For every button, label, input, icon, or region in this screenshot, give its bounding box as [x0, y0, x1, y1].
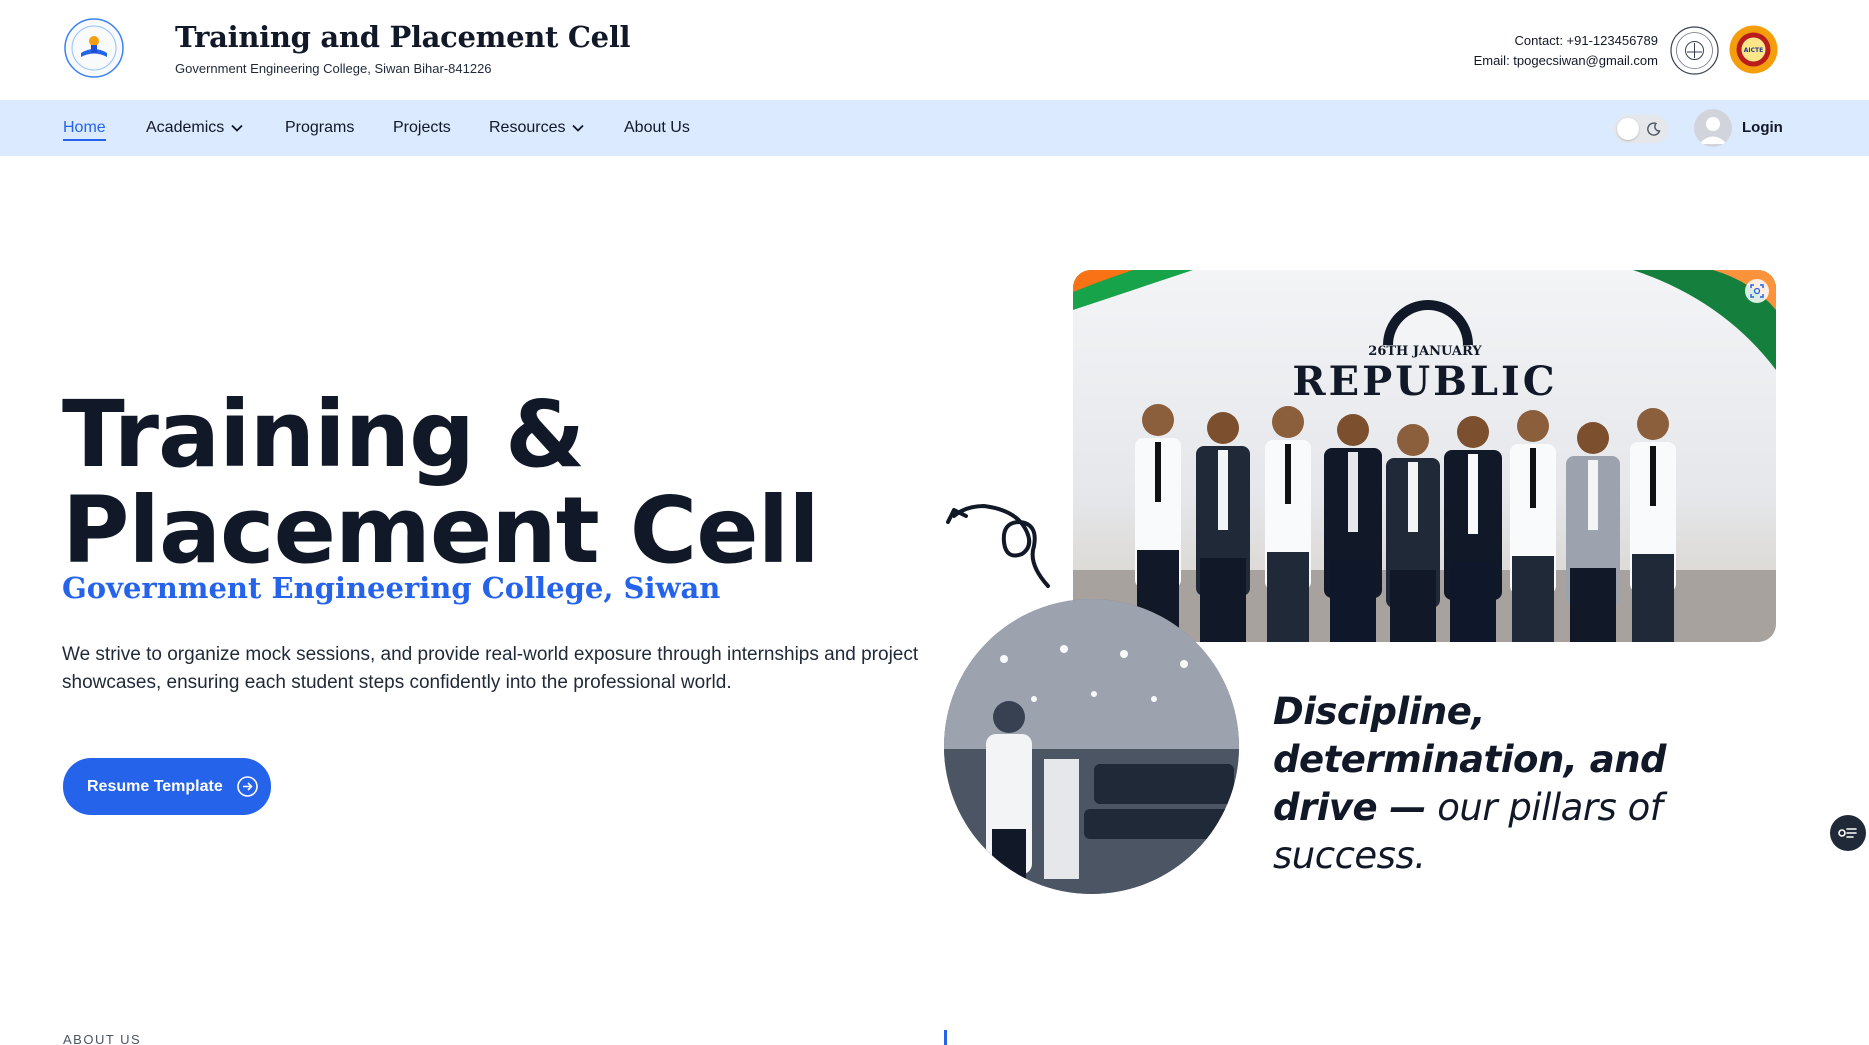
floating-menu-button[interactable]	[1830, 815, 1866, 851]
motto-text: Discipline, determination, and drive — o…	[1273, 688, 1773, 880]
hero-college-name: Government Engineering College, Siwan	[62, 571, 721, 605]
resume-template-label: Resume Template	[87, 777, 223, 795]
site-header: Training and Placement Cell Government E…	[0, 0, 1869, 100]
contact-email[interactable]: Email: tpogecsiwan@gmail.com	[1474, 51, 1658, 71]
nav-academics[interactable]: Academics	[146, 119, 244, 137]
nav-programs-label: Programs	[285, 119, 355, 136]
contact-phone: Contact: +91-123456789	[1514, 33, 1658, 48]
login-link[interactable]: Login	[1742, 119, 1783, 136]
site-subtitle: Government Engineering College, Siwan Bi…	[175, 61, 492, 76]
nav-projects[interactable]: Projects	[393, 119, 451, 137]
hero-title-line-1: Training &	[62, 381, 585, 488]
government-emblem-icon	[1670, 26, 1719, 75]
about-accent-bar	[944, 1030, 947, 1045]
nav-projects-label: Projects	[393, 119, 451, 136]
hero-title: Training & Placement Cell	[62, 387, 822, 579]
nav-programs[interactable]: Programs	[285, 119, 354, 137]
resume-template-button[interactable]: Resume Template	[63, 758, 271, 815]
chevron-down-icon	[231, 124, 243, 132]
nav-resources-label: Resources	[489, 119, 566, 136]
nav-home-label: Home	[63, 119, 106, 141]
user-avatar-icon[interactable]	[1694, 109, 1732, 147]
student-group	[1135, 404, 1676, 642]
about-us-section-label: ABOUT US	[63, 1032, 142, 1045]
curly-arrow-icon	[946, 503, 1050, 588]
site-title: Training and Placement Cell	[175, 20, 631, 54]
hero-description: We strive to organize mock sessions, and…	[62, 644, 919, 693]
main-nav: Home Academics Programs Projects Resourc…	[0, 100, 1869, 156]
contact-info: Contact: +91-123456789 Email: tpogecsiwa…	[1474, 31, 1658, 71]
moon-icon	[1647, 122, 1661, 136]
aicte-badge-text: AICTE	[1744, 47, 1763, 54]
aicte-badge-icon: AICTE	[1729, 25, 1778, 74]
nav-about-us-label: About Us	[624, 119, 690, 136]
dark-mode-toggle[interactable]	[1614, 115, 1668, 143]
nav-home[interactable]: Home	[63, 119, 106, 141]
photo-banner-title: REPUBLIC	[1292, 358, 1557, 405]
arrow-right-circle-icon	[237, 776, 258, 797]
nav-about-us[interactable]: About Us	[624, 119, 690, 137]
toggle-knob	[1617, 118, 1639, 140]
college-logo[interactable]	[61, 17, 128, 79]
expand-photo-icon[interactable]	[1745, 279, 1769, 303]
nav-academics-label: Academics	[146, 119, 225, 136]
seminar-hall-photo	[944, 599, 1239, 894]
republic-day-group-photo: 26TH JANUARY REPUBLIC	[1073, 270, 1776, 642]
hero-title-line-2: Placement Cell	[62, 477, 820, 584]
chevron-down-icon	[572, 124, 585, 132]
nav-resources[interactable]: Resources	[489, 119, 585, 137]
photo-banner-date: 26TH JANUARY	[1368, 344, 1482, 359]
